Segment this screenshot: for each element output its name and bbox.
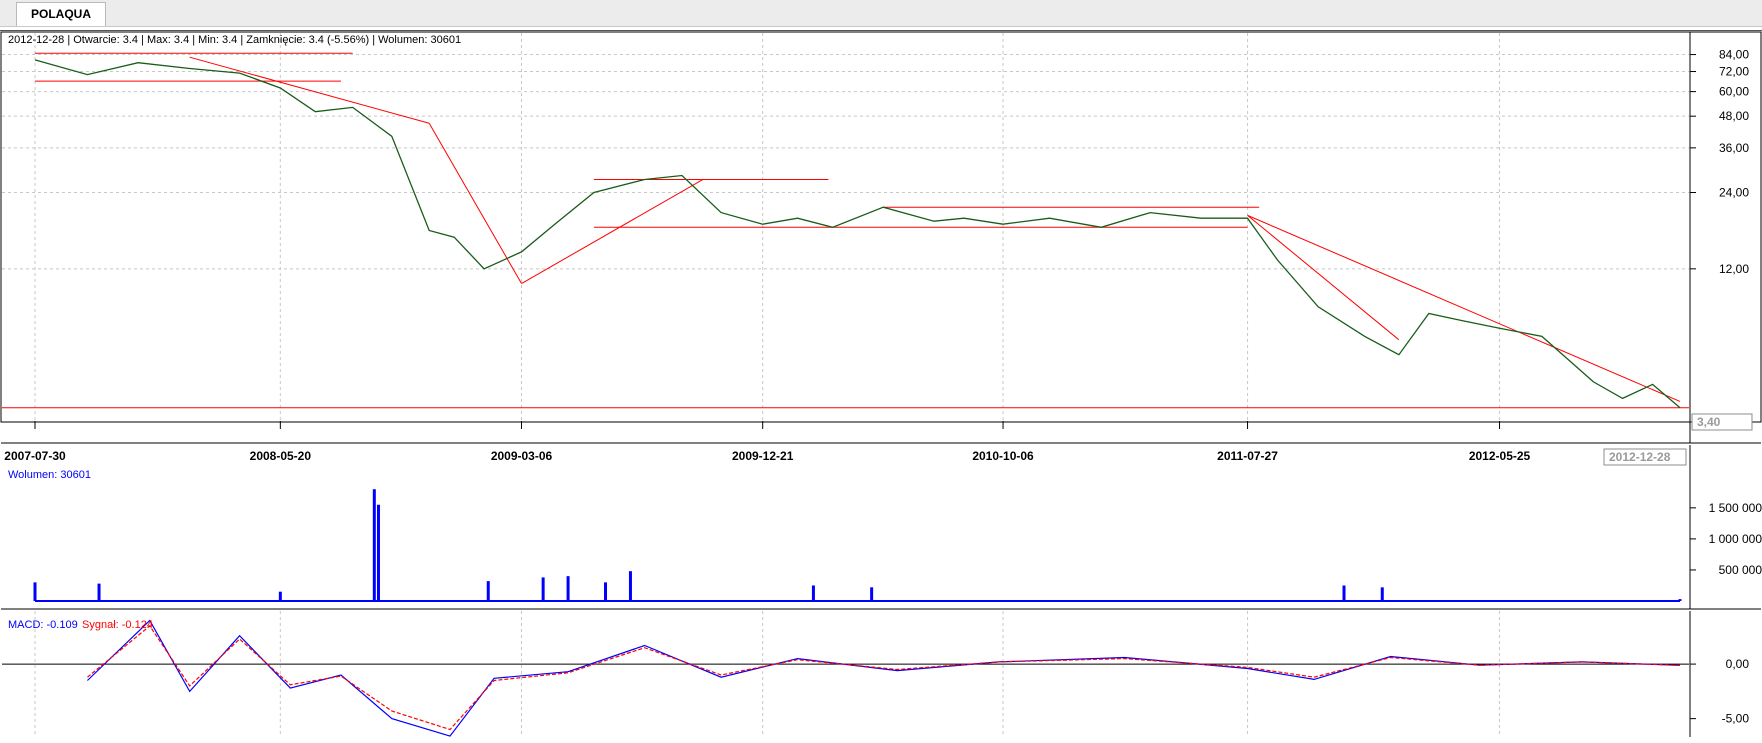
volume-label: Wolumen: 30601	[8, 469, 91, 481]
volume-bar	[376, 504, 380, 601]
volume-series	[33, 489, 1682, 602]
volume-bar	[628, 571, 632, 601]
volume-bar	[604, 582, 608, 601]
date-tick-label: 2007-07-30	[4, 449, 66, 463]
price-tick-label: 60,00	[1719, 85, 1749, 99]
trend-lines	[2, 52, 1689, 409]
date-tick-label: 2010-10-06	[972, 449, 1034, 463]
macd-tick-label: 0,00	[1726, 657, 1750, 671]
date-tick-label: 2012-05-25	[1469, 449, 1531, 463]
volume-bar	[870, 587, 874, 601]
trend-line	[521, 179, 704, 284]
signal-label: Sygnał: -0.124	[82, 619, 153, 631]
price-tick-label: 72,00	[1719, 65, 1749, 79]
price-series	[34, 59, 1681, 409]
ohlc-info-line: 2012-12-28 | Otwarcie: 3.4 | Max: 3.4 | …	[8, 34, 461, 46]
date-tick-label: 2009-12-21	[732, 449, 794, 463]
tab-bar: POLAQUA	[0, 0, 1762, 27]
grid	[2, 33, 1689, 737]
volume-bar	[372, 489, 376, 601]
date-tick-label: 2009-03-06	[491, 449, 553, 463]
price-tick-label: 12,00	[1719, 262, 1749, 276]
macd-axis: 0,00 -5,00	[1690, 657, 1749, 726]
volume-bar	[486, 581, 490, 601]
volume-bar	[1342, 585, 1346, 601]
volume-axis: 500 000 1 000 000 1 500 000	[1690, 501, 1762, 577]
tab-polaqua[interactable]: POLAQUA	[16, 2, 106, 26]
trend-line	[1247, 214, 1681, 402]
price-tick-label: 48,00	[1719, 109, 1749, 123]
volume-bar	[566, 576, 570, 601]
volume-bar	[1678, 599, 1682, 601]
last-price-label: 3,40	[1697, 415, 1721, 429]
volume-bar	[1380, 587, 1384, 601]
date-tick-label: 2011-07-27	[1217, 449, 1278, 463]
price-line	[34, 59, 1681, 409]
stock-chart[interactable]: 84,00 72,00 60,00 48,00 36,00 24,00 12,00 2007…	[0, 31, 1762, 738]
price-axis: 84,00 72,00 60,00 48,00 36,00 24,00 12,00	[1690, 48, 1749, 276]
price-tick-label: 84,00	[1719, 48, 1749, 62]
date-tick-label: 2008-05-20	[250, 449, 312, 463]
chart-panel: 84,00 72,00 60,00 48,00 36,00 24,00 12,00 2007…	[0, 30, 1762, 738]
volume-tick-label: 1 000 000	[1709, 532, 1762, 546]
volume-tick-label: 1 500 000	[1709, 501, 1762, 515]
price-tick-label: 36,00	[1719, 141, 1749, 155]
price-tick-label: 24,00	[1719, 186, 1749, 200]
trend-line	[1247, 214, 1400, 341]
volume-bar	[33, 582, 37, 601]
signal-line	[87, 625, 1681, 731]
macd-label: MACD: -0.109	[8, 619, 78, 631]
volume-bar	[97, 583, 101, 601]
date-axis: 2007-07-30 2008-05-20 2009-03-06 2009-12-21…	[4, 421, 1531, 463]
volume-bar	[811, 585, 815, 601]
last-date-label: 2012-12-28	[1609, 450, 1671, 464]
macd-series	[2, 619, 1689, 737]
volume-tick-label: 500 000	[1719, 563, 1762, 577]
macd-tick-label: -5,00	[1722, 712, 1750, 726]
volume-bar	[278, 591, 282, 601]
trend-line	[189, 56, 430, 124]
volume-bar	[541, 577, 545, 601]
